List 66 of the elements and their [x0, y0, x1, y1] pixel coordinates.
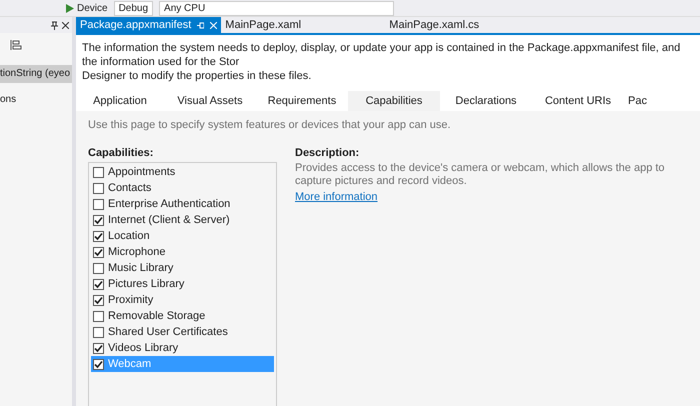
manifest-tab[interactable]: Content URIs	[532, 91, 624, 111]
capability-item[interactable]: Microphone	[91, 244, 274, 260]
manifest-tab[interactable]: Application	[76, 91, 164, 111]
checkbox[interactable]	[93, 342, 104, 354]
document-tab[interactable]: MainPage.xaml	[221, 17, 330, 33]
capability-label: Location	[108, 230, 150, 242]
play-icon	[66, 4, 74, 12]
manifest-tab[interactable]: Declarations	[440, 91, 532, 111]
description-text: Provides access to the device's camera or webcam, which allows the app to capture pictures and record videos.	[295, 162, 666, 188]
pin-icon	[197, 22, 204, 28]
intro-text: Designer to modify the properties in these files.	[82, 69, 312, 83]
checkbox[interactable]	[93, 262, 104, 274]
capability-label: Shared User Certificates	[108, 326, 228, 338]
checkbox[interactable]	[93, 294, 104, 306]
checkbox[interactable]	[93, 310, 104, 322]
capability-label: Proximity	[108, 294, 154, 306]
checkbox[interactable]	[93, 358, 104, 370]
manifest-tab[interactable]: Requirements	[256, 91, 348, 111]
checkbox[interactable]	[93, 326, 104, 338]
run-button[interactable]: Device	[66, 1, 108, 15]
capability-label: Music Library	[108, 262, 174, 274]
close-icon[interactable]	[62, 22, 69, 28]
manifest-tab[interactable]: Capabilities	[348, 91, 440, 111]
capability-item[interactable]: Shared User Certificates	[91, 324, 274, 340]
capability-label: Videos Library	[108, 342, 178, 354]
pin-icon[interactable]	[51, 20, 58, 30]
checkbox[interactable]	[93, 278, 104, 290]
manifest-tab[interactable]: Pac	[624, 91, 651, 111]
configuration-dropdown[interactable]: Debug	[114, 0, 154, 16]
manifest-tab[interactable]: Visual Assets	[164, 91, 256, 111]
checkbox[interactable]	[93, 198, 104, 210]
capability-label: Appointments	[108, 166, 176, 178]
capability-item[interactable]: Proximity	[91, 292, 274, 308]
capability-label: Pictures Library	[108, 278, 184, 290]
capability-item[interactable]: Pictures Library	[91, 276, 274, 292]
close-icon	[210, 22, 218, 28]
capability-label: Removable Storage	[108, 310, 206, 322]
checkbox[interactable]	[93, 246, 104, 258]
tree-item[interactable]: tionString (eyeo	[0, 65, 72, 83]
capability-label: Contacts	[108, 182, 152, 194]
capability-item[interactable]: Removable Storage	[91, 308, 274, 324]
hint-text: Use this page to specify system features or devices that your app can use.	[88, 119, 452, 131]
capability-label: Enterprise Authentication	[108, 198, 230, 210]
capability-item[interactable]: Contacts	[91, 180, 274, 196]
capability-item[interactable]: Location	[91, 228, 274, 244]
checkbox[interactable]	[93, 182, 104, 194]
capability-label: Microphone	[108, 246, 166, 258]
description-heading: Description:	[295, 147, 360, 159]
capability-label: Webcam	[108, 358, 152, 370]
capability-item[interactable]: Enterprise Authentication	[91, 196, 274, 212]
checkbox[interactable]	[93, 214, 104, 226]
checkbox[interactable]	[93, 166, 104, 178]
platform-dropdown[interactable]: Any CPU	[159, 0, 394, 16]
capability-item[interactable]: Internet (Client & Server)	[91, 212, 274, 228]
more-information-link[interactable]: More information	[295, 191, 378, 203]
intro-text: The information the system needs to deploy, display, or update your app is contained in the Package.appxmanifest file, and the information used for the Stor	[82, 41, 682, 69]
properties-icon[interactable]	[10, 39, 22, 51]
tree-item[interactable]: ons	[0, 91, 72, 109]
capability-item[interactable]: Music Library	[91, 260, 274, 276]
capability-item[interactable]: Appointments	[91, 164, 274, 180]
capability-item[interactable]: Videos Library	[91, 340, 274, 356]
document-tab[interactable]: MainPage.xaml.cs	[329, 17, 484, 33]
capability-label: Internet (Client & Server)	[108, 214, 230, 226]
capabilities-heading: Capabilities:	[88, 147, 154, 159]
document-tab[interactable]: Package.appxmanifest	[76, 17, 222, 33]
checkbox[interactable]	[93, 230, 104, 242]
